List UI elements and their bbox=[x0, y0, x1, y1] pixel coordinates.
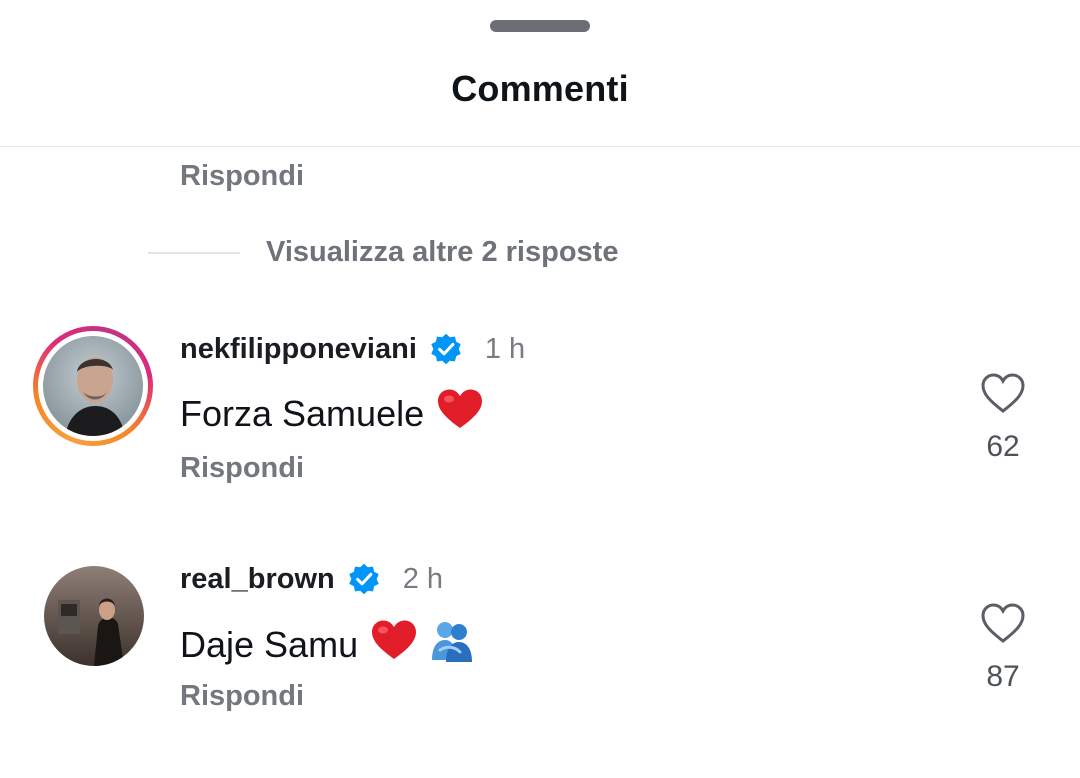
comments-sheet: Commenti Rispondi Visualizza altre 2 ris… bbox=[0, 0, 1080, 778]
comment-text: Daje Samu bbox=[180, 618, 474, 671]
story-ring bbox=[33, 326, 153, 446]
heart-icon[interactable] bbox=[980, 372, 1026, 414]
like-count: 62 bbox=[986, 430, 1020, 463]
like-count: 87 bbox=[986, 660, 1020, 693]
avatar[interactable] bbox=[44, 566, 144, 666]
avatar-image bbox=[44, 566, 144, 666]
comment-body: Daje Samu bbox=[180, 623, 359, 665]
comment-timestamp: 2 h bbox=[402, 562, 444, 595]
sheet-drag-handle[interactable] bbox=[490, 20, 590, 32]
verified-badge-icon bbox=[431, 333, 461, 365]
heart-icon[interactable] bbox=[980, 602, 1026, 644]
comment-timestamp: 1 h bbox=[484, 332, 526, 365]
username[interactable]: real_brown bbox=[180, 563, 335, 596]
people-hugging-emoji-icon bbox=[430, 618, 474, 671]
view-more-replies[interactable]: Visualizza altre 2 risposte bbox=[148, 236, 618, 269]
reply-button[interactable]: Rispondi bbox=[180, 160, 304, 193]
reply-button[interactable]: Rispondi bbox=[180, 452, 304, 485]
comment-header: real_brown 2 h bbox=[180, 562, 443, 596]
red-heart-emoji-icon bbox=[436, 388, 484, 439]
verified-badge-icon bbox=[349, 563, 379, 595]
avatar[interactable] bbox=[33, 326, 153, 446]
page-title: Commenti bbox=[451, 68, 629, 109]
comment-body: Forza Samuele bbox=[180, 392, 425, 434]
header-divider bbox=[0, 146, 1080, 147]
username[interactable]: nekfilipponeviani bbox=[180, 333, 417, 366]
reply-button[interactable]: Rispondi bbox=[180, 680, 304, 713]
replies-divider-line bbox=[148, 251, 240, 254]
avatar-image bbox=[43, 336, 143, 436]
comment-header: nekfilipponeviani 1 h bbox=[180, 332, 525, 366]
view-more-replies-label: Visualizza altre 2 risposte bbox=[266, 236, 619, 268]
comment-text: Forza Samuele bbox=[180, 388, 484, 439]
red-heart-emoji-icon bbox=[370, 619, 418, 670]
